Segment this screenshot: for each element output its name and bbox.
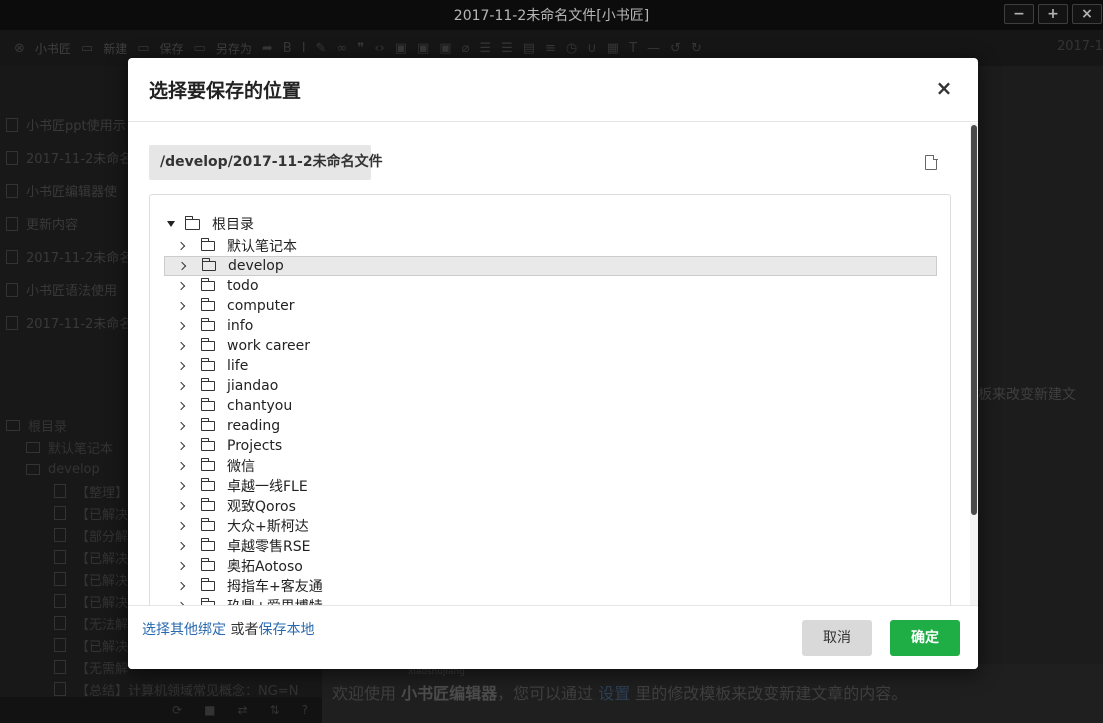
folder-item[interactable]: todo — [164, 276, 937, 296]
folder-icon — [201, 318, 215, 331]
folder-icon — [201, 558, 215, 571]
folder-icon — [201, 498, 215, 511]
chevron-right-icon[interactable] — [176, 361, 186, 371]
chevron-right-icon[interactable] — [176, 501, 186, 511]
folder-label: 奥拓Aotoso — [227, 559, 303, 575]
folder-item[interactable]: work career — [164, 336, 937, 356]
chevron-right-icon[interactable] — [176, 241, 186, 251]
folder-icon — [201, 438, 215, 451]
folder-item[interactable]: Projects — [164, 436, 937, 456]
folder-icon — [201, 278, 215, 291]
folder-item[interactable]: life — [164, 356, 937, 376]
chevron-right-icon[interactable] — [176, 441, 186, 451]
folder-icon — [201, 358, 215, 371]
folder-icon — [201, 238, 215, 251]
footer-links: 选择其他绑定 或者保存本地 — [142, 619, 314, 639]
cancel-button[interactable]: 取消 — [802, 620, 872, 656]
chevron-right-icon[interactable] — [177, 261, 187, 271]
chevron-right-icon[interactable] — [176, 581, 186, 591]
folder-icon — [201, 398, 215, 411]
folder-icon — [202, 258, 216, 271]
chevron-right-icon[interactable] — [176, 281, 186, 291]
folder-icon — [201, 578, 215, 591]
folder-label: 微信 — [227, 459, 255, 475]
folder-icon — [201, 418, 215, 431]
chevron-right-icon[interactable] — [176, 481, 186, 491]
folder-item[interactable]: info — [164, 316, 937, 336]
new-file-icon[interactable] — [925, 154, 938, 170]
folder-label: chantyou — [227, 398, 293, 414]
chevron-right-icon[interactable] — [176, 381, 186, 391]
folder-item[interactable]: 默认笔记本 — [164, 236, 937, 256]
folder-label: jiandao — [227, 378, 279, 394]
select-other-binding-link[interactable]: 选择其他绑定 — [142, 622, 226, 638]
tree-root-label: 根目录 — [212, 217, 254, 233]
folder-icon — [201, 378, 215, 391]
folder-item[interactable]: 拇指车+客友通 — [164, 576, 937, 596]
chevron-right-icon[interactable] — [176, 461, 186, 471]
folder-item[interactable]: 大众+斯柯达 — [164, 516, 937, 536]
folder-item[interactable]: 卓越一线FLE — [164, 476, 937, 496]
dialog-close-button[interactable]: × — [934, 76, 954, 100]
chevron-right-icon[interactable] — [176, 421, 186, 431]
folder-icon — [201, 518, 215, 531]
folder-label: info — [227, 318, 254, 334]
save-location-dialog: 选择要保存的位置 × /develop/2017-11-2未命名文件 根目录 默… — [128, 58, 978, 669]
chevron-right-icon[interactable] — [176, 561, 186, 571]
folder-label: 观致Qoros — [227, 499, 296, 515]
dialog-body: /develop/2017-11-2未命名文件 根目录 默认笔记本 develop… — [128, 123, 978, 605]
caret-down-icon[interactable] — [167, 221, 175, 227]
chevron-right-icon[interactable] — [176, 521, 186, 531]
chevron-right-icon[interactable] — [176, 401, 186, 411]
folder-list: 默认笔记本 develop todo computer info work career l… — [164, 236, 937, 605]
folder-item[interactable]: 奥拓Aotoso — [164, 556, 937, 576]
folder-label: todo — [227, 278, 259, 294]
dialog-header: 选择要保存的位置 × — [128, 58, 978, 122]
folder-item[interactable]: 玖鼎+爱思博特 — [164, 596, 937, 605]
folder-icon — [201, 458, 215, 471]
dialog-title: 选择要保存的位置 — [149, 80, 302, 102]
chevron-right-icon[interactable] — [176, 341, 186, 351]
folder-item[interactable]: 微信 — [164, 456, 937, 476]
folder-label: 卓越零售RSE — [227, 539, 311, 555]
chevron-right-icon[interactable] — [176, 541, 186, 551]
chevron-right-icon[interactable] — [176, 321, 186, 331]
folder-label: 玖鼎+爱思博特 — [227, 596, 323, 605]
folder-label: 卓越一线FLE — [227, 479, 308, 495]
scrollbar-thumb[interactable] — [971, 125, 977, 515]
folder-label: reading — [227, 418, 281, 434]
folder-icon — [201, 298, 215, 311]
folder-icon — [201, 478, 215, 491]
folder-item[interactable]: develop — [164, 256, 937, 276]
footer-or-text: 或者 — [226, 622, 259, 638]
folder-label: work career — [227, 338, 311, 354]
folder-tree: 根目录 默认笔记本 develop todo computer info work car… — [149, 194, 951, 605]
confirm-button[interactable]: 确定 — [890, 620, 960, 656]
folder-item[interactable]: reading — [164, 416, 937, 436]
folder-item[interactable]: 卓越零售RSE — [164, 536, 937, 556]
folder-label: 默认笔记本 — [227, 239, 297, 255]
folder-label: life — [227, 358, 249, 374]
folder-icon — [201, 538, 215, 551]
folder-label: Projects — [227, 438, 283, 454]
save-local-link[interactable]: 保存本地 — [258, 622, 314, 638]
save-path-display: /develop/2017-11-2未命名文件 — [149, 145, 383, 180]
folder-item[interactable]: chantyou — [164, 396, 937, 416]
folder-label: computer — [227, 298, 295, 314]
folder-icon — [201, 338, 215, 351]
dialog-footer: 选择其他绑定 或者保存本地 取消 确定 — [128, 605, 978, 669]
folder-item[interactable]: computer — [164, 296, 937, 316]
folder-item[interactable]: 观致Qoros — [164, 496, 937, 516]
chevron-right-icon[interactable] — [176, 301, 186, 311]
folder-label: 拇指车+客友通 — [227, 579, 323, 595]
folder-open-icon — [185, 215, 200, 230]
tree-root[interactable]: 根目录 — [167, 215, 254, 233]
folder-label: develop — [228, 258, 284, 274]
folder-label: 大众+斯柯达 — [227, 519, 309, 535]
folder-item[interactable]: jiandao — [164, 376, 937, 396]
